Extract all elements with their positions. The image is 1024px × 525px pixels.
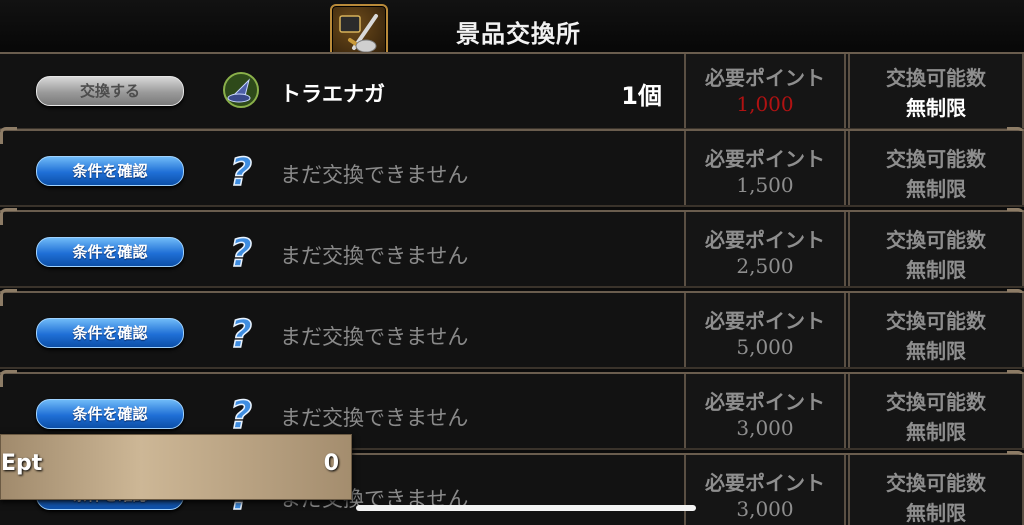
wizard-hat-icon [221, 70, 261, 110]
prize-row: 交換する トラエナガ 1個 必要ポイント 1,000 交換可能数 無制限 [0, 52, 1024, 130]
exchange-limit-value: 無制限 [906, 501, 966, 525]
required-points-label: 必要ポイント [705, 309, 825, 333]
item-name: まだ交換できません [280, 325, 469, 349]
home-indicator[interactable] [356, 505, 696, 511]
required-points-cell: 必要ポイント 3,000 [684, 374, 846, 448]
required-points-value: 1,500 [736, 173, 794, 197]
exchange-limit-cell: 交換可能数 無制限 [848, 131, 1024, 205]
required-points-label: 必要ポイント [705, 66, 825, 90]
exchange-limit-label: 交換可能数 [886, 66, 986, 90]
required-points-cell: 必要ポイント 3,000 [684, 455, 846, 525]
required-points-cell: 必要ポイント 2,500 [684, 212, 846, 286]
exchange-limit-label: 交換可能数 [886, 471, 986, 495]
ept-points-panel: Ept 0 [0, 434, 352, 500]
item-quantity: 1個 [621, 82, 662, 110]
svg-text:?: ? [230, 313, 252, 353]
prize-row: 条件を確認 ? まだ交換できません 必要ポイント 2,500 交換可能数 無制限 [0, 208, 1024, 288]
required-points-value: 3,000 [736, 416, 794, 440]
exchange-limit-label: 交換可能数 [886, 309, 986, 333]
item-name: トラエナガ [280, 82, 385, 106]
required-points-value: 5,000 [736, 335, 794, 359]
ept-value: 0 [323, 451, 339, 476]
required-points-label: 必要ポイント [705, 228, 825, 252]
svg-text:?: ? [230, 232, 252, 272]
question-mark-icon: ? [221, 311, 261, 357]
check-conditions-button[interactable]: 条件を確認 [36, 156, 184, 186]
required-points-cell: 必要ポイント 5,000 [684, 293, 846, 367]
exchange-limit-cell: 交換可能数 無制限 [848, 455, 1024, 525]
prize-row: 条件を確認 ? まだ交換できません 必要ポイント 5,000 交換可能数 無制限 [0, 289, 1024, 369]
prize-row: 条件を確認 ? まだ交換できません 必要ポイント 1,500 交換可能数 無制限 [0, 127, 1024, 207]
exchange-limit-label: 交換可能数 [886, 147, 986, 171]
exchange-limit-value: 無制限 [906, 420, 966, 444]
prize-exchange-screen: 景品交換所 交換する トラエナガ 1個 必要ポイント 1,000 交換可能数 無… [0, 0, 1024, 525]
exchange-limit-cell: 交換可能数 無制限 [848, 54, 1024, 128]
exchange-limit-cell: 交換可能数 無制限 [848, 293, 1024, 367]
required-points-value: 1,000 [736, 92, 794, 116]
required-points-label: 必要ポイント [705, 147, 825, 171]
svg-text:?: ? [230, 394, 252, 434]
required-points-cell: 必要ポイント 1,000 [684, 54, 846, 128]
svg-text:?: ? [230, 151, 252, 191]
check-conditions-button[interactable]: 条件を確認 [36, 399, 184, 429]
exchange-limit-value: 無制限 [906, 339, 966, 363]
ept-label: Ept [1, 451, 43, 476]
exchange-limit-cell: 交換可能数 無制限 [848, 212, 1024, 286]
item-name: まだ交換できません [280, 244, 469, 268]
question-mark-icon: ? [221, 230, 261, 276]
exchange-limit-value: 無制限 [906, 258, 966, 282]
required-points-label: 必要ポイント [705, 471, 825, 495]
exchange-limit-label: 交換可能数 [886, 228, 986, 252]
item-name: まだ交換できません [280, 406, 469, 430]
exchange-limit-cell: 交換可能数 無制限 [848, 374, 1024, 448]
required-points-value: 3,000 [736, 497, 794, 521]
exchange-limit-value: 無制限 [906, 96, 966, 120]
check-conditions-button[interactable]: 条件を確認 [36, 237, 184, 267]
page-title: 景品交換所 [456, 20, 581, 48]
exchange-button[interactable]: 交換する [36, 76, 184, 106]
question-mark-icon: ? [221, 392, 261, 438]
check-conditions-button[interactable]: 条件を確認 [36, 318, 184, 348]
question-mark-icon: ? [221, 149, 261, 195]
exchange-limit-label: 交換可能数 [886, 390, 986, 414]
required-points-value: 2,500 [736, 254, 794, 278]
item-name: まだ交換できません [280, 163, 469, 187]
exchange-limit-value: 無制限 [906, 177, 966, 201]
required-points-cell: 必要ポイント 1,500 [684, 131, 846, 205]
required-points-label: 必要ポイント [705, 390, 825, 414]
